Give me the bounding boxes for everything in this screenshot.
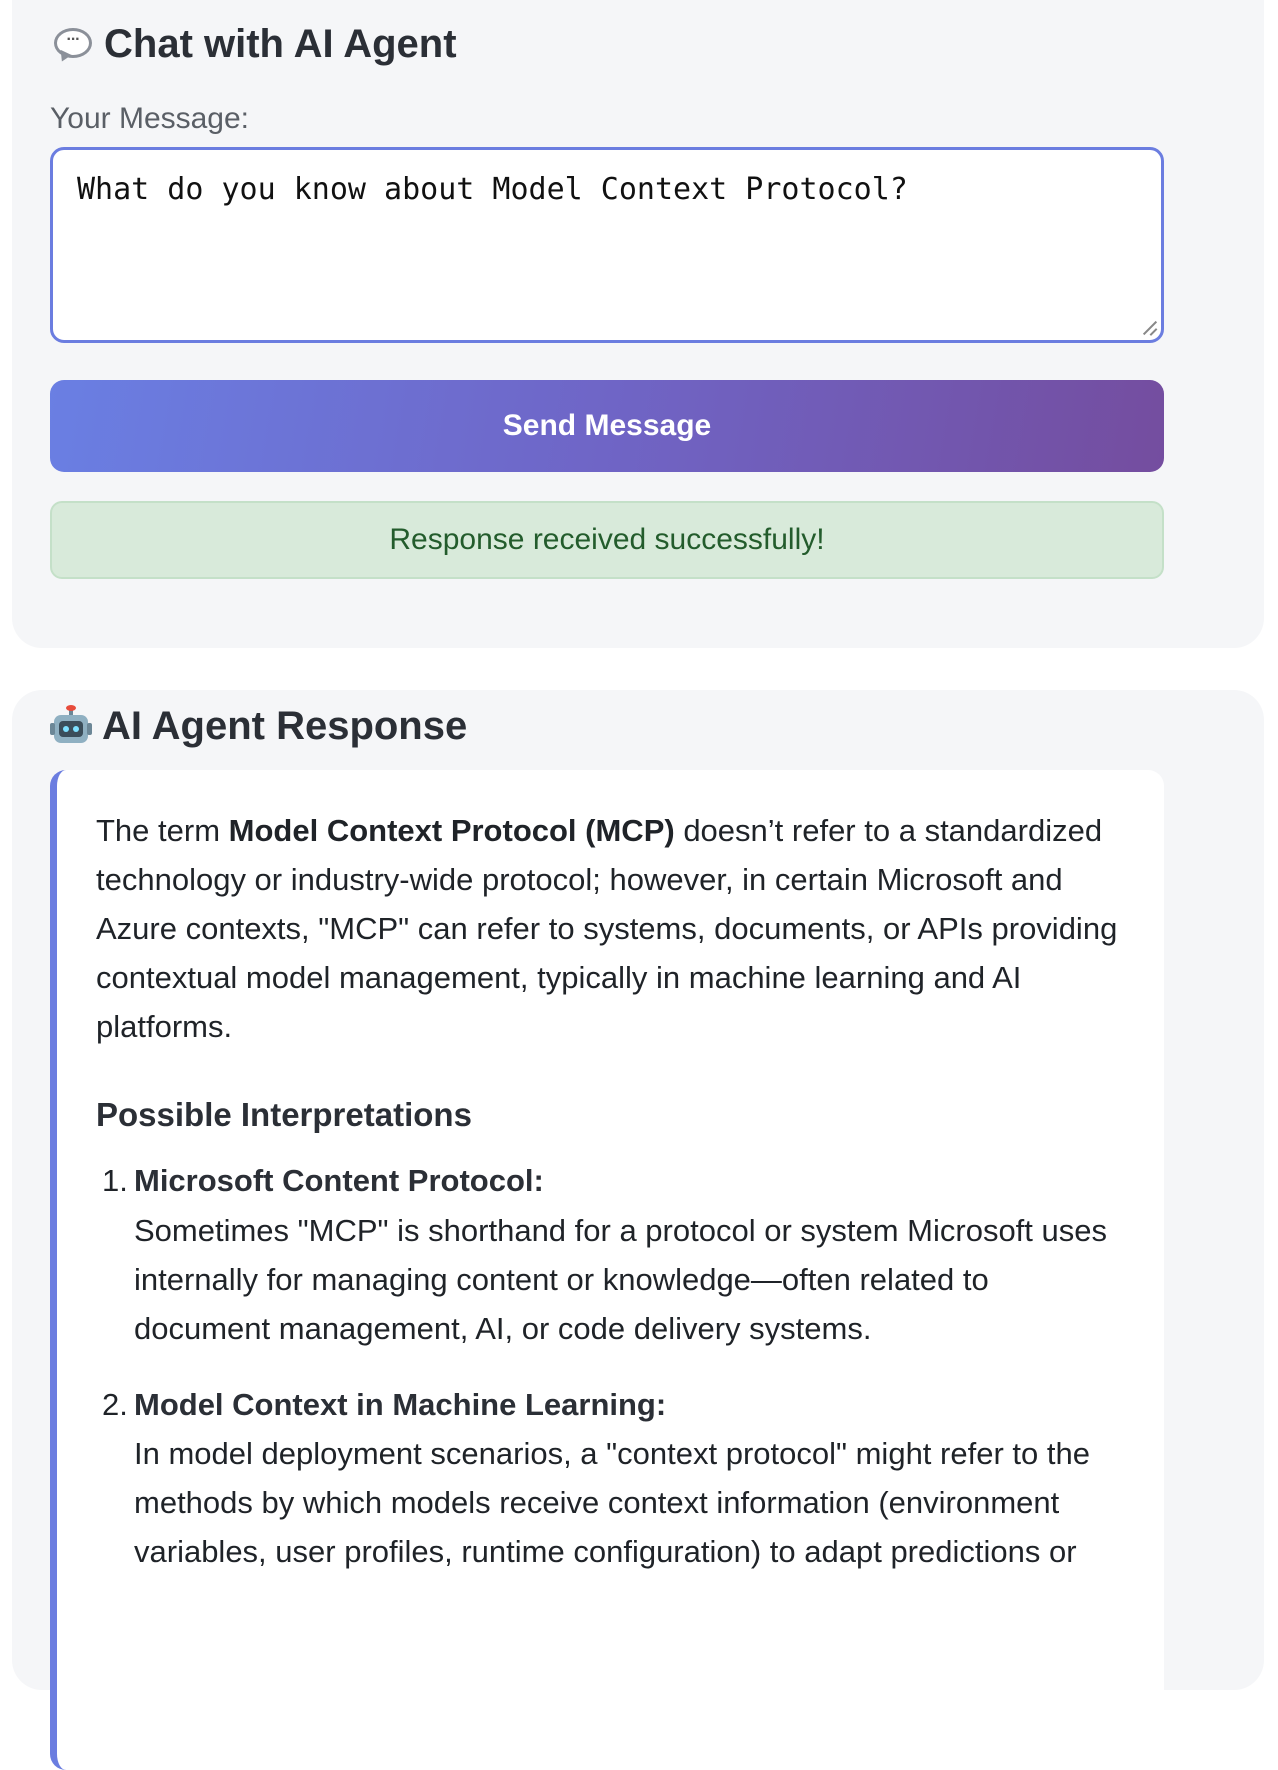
message-input[interactable]: What do you know about Model Context Pro… <box>50 147 1164 343</box>
intro-line-2: technology or industry-wide protocol; ho… <box>96 862 1063 897</box>
response-title-text: AI Agent Response <box>102 703 468 748</box>
chat-title-text: Chat with AI Agent <box>104 22 457 66</box>
list-item-title: Microsoft Content Protocol: <box>134 1163 544 1198</box>
message-input-value[interactable]: What do you know about Model Context Pro… <box>77 172 908 207</box>
list-item-line: document management, AI, or code deliver… <box>134 1311 872 1346</box>
section-heading: Possible Interpretations <box>96 1096 472 1133</box>
intro-line-4: contextual model management, typically i… <box>96 960 1022 995</box>
send-message-button[interactable]: Send Message <box>50 380 1164 472</box>
chat-title: ··· Chat with AI Agent <box>52 22 457 67</box>
response-content: The term Model Context Protocol (MCP) do… <box>50 770 1164 1770</box>
status-banner: Response received successfully! <box>50 501 1164 579</box>
message-label: Your Message: <box>50 102 250 135</box>
speech-bubble-icon: ··· <box>52 24 94 66</box>
list-item-line: internally for managing content or knowl… <box>134 1262 989 1297</box>
robot-icon <box>50 705 92 747</box>
list-item-line: variables, user profiles, runtime config… <box>134 1534 1077 1569</box>
list-item-line: In model deployment scenarios, a "contex… <box>134 1436 1090 1471</box>
intro-line-3: Azure contexts, "MCP" can refer to syste… <box>96 911 1118 946</box>
response-panel: AI Agent Response The term Model Context… <box>12 690 1264 1770</box>
chat-panel: ··· Chat with AI Agent Your Message: Wha… <box>12 0 1264 648</box>
resize-handle-icon[interactable] <box>1141 320 1157 336</box>
list-item-line: methods by which models receive context … <box>134 1485 1060 1520</box>
list-item-title: Model Context in Machine Learning: <box>134 1387 667 1422</box>
intro-line-1: The term Model Context Protocol (MCP) do… <box>96 813 1103 848</box>
list-item-number: 2. <box>102 1387 128 1422</box>
list-item-number: 1. <box>102 1163 128 1198</box>
response-title: AI Agent Response <box>50 700 467 752</box>
intro-line-5: platforms. <box>96 1009 233 1044</box>
status-text: Response received successfully! <box>389 523 825 556</box>
list-item-line: Sometimes "MCP" is shorthand for a proto… <box>134 1213 1108 1248</box>
